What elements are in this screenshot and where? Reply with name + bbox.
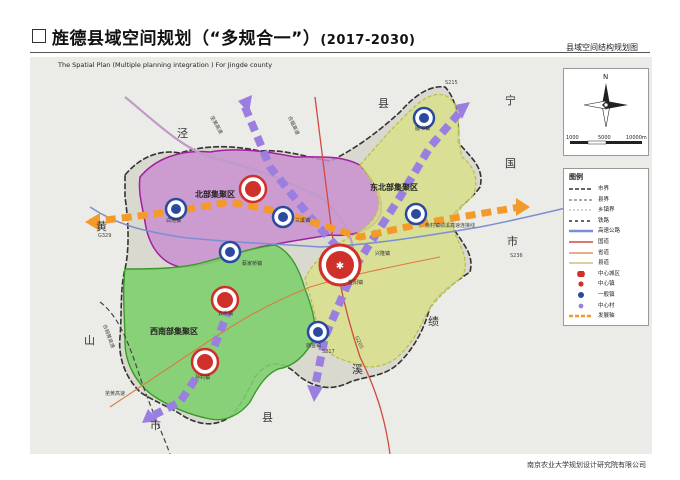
compass-scale-panel: N 1000 5000 10000m <box>563 68 649 156</box>
place-label-8: 云乐镇 <box>218 310 233 317</box>
township-boundary-icon <box>569 209 593 211</box>
title-main: 旌德县域空间规划（“多规合一”） <box>52 29 321 49</box>
road-label-7: S217 <box>322 349 335 355</box>
road-label-10: G329 <box>98 233 111 239</box>
legend-item-development-axis: 发展轴 <box>568 311 648 321</box>
central-town-marker-north <box>238 174 268 204</box>
legend-title: 图例 <box>569 173 583 181</box>
svg-text:✱: ✱ <box>336 261 344 272</box>
central-town-marker-south <box>190 347 220 377</box>
place-label-7: 蔡家桥镇 <box>242 260 262 267</box>
road-label-2: 芜黄高速 <box>105 390 125 397</box>
central-town-icon <box>577 281 585 288</box>
legend-item-label: 铁路 <box>598 217 610 224</box>
zone-label-north: 北部集聚区 <box>195 189 235 199</box>
place-label-10: 庙首镇 <box>306 342 321 349</box>
compass-rose-icon: N 1000 5000 10000m <box>566 73 647 145</box>
neighbor-label-7: 山 <box>84 334 95 347</box>
development-axis-icon <box>569 314 593 318</box>
legend-item-central-town: 中心镇 <box>568 279 648 289</box>
scale-bar <box>570 140 642 145</box>
national-road-icon <box>569 241 593 243</box>
legend-item-provincial-road: 省道 <box>568 248 648 258</box>
zone-label-southwest: 西南部集聚区 <box>150 326 198 336</box>
legend-item-label: 发展轴 <box>598 313 615 320</box>
road-label-9: S236 <box>510 253 523 259</box>
title-checkbox-icon <box>32 29 46 43</box>
legend-item-label: 市界 <box>598 186 610 192</box>
central-town-marker-west <box>210 285 240 315</box>
place-label-6: 俞村镇 <box>425 222 440 229</box>
place-label-3: 三溪镇 <box>295 217 310 224</box>
general-town-marker-5 <box>218 240 242 264</box>
legend-item-township-boundary: 乡镇界 <box>568 205 648 215</box>
credit: 南京农业大学规划设计研究院有限公司 <box>527 461 646 469</box>
legend-item-label: 中心镇 <box>598 281 615 288</box>
legend-item-label: 中心城区 <box>598 270 621 277</box>
county-road-icon <box>569 262 593 264</box>
legend-item-label: 县界 <box>598 196 610 203</box>
legend-item-label: 县道 <box>598 260 610 267</box>
general-town-marker-4 <box>404 202 428 226</box>
general-town-marker-2 <box>271 205 295 229</box>
expressway-icon <box>569 230 593 233</box>
scale-tick-3: 10000m <box>626 135 647 141</box>
title-years: (2017-2030) <box>320 33 416 48</box>
zone-label-northeast: 东北部集聚区 <box>370 182 418 192</box>
legend-item-general-town: 一般镇 <box>568 290 648 300</box>
road-label-4: 绩溪高速连接线 <box>440 222 475 229</box>
central-village-icon <box>578 303 584 308</box>
neighbor-label-3: 宁 <box>505 93 516 107</box>
place-label-1: 旌阳镇 <box>348 279 363 286</box>
general-town-icon <box>577 292 584 298</box>
header: 旌德县域空间规划（“多规合一”）(2017-2030) 县域空间结构规划图 <box>0 0 680 56</box>
legend-item-label: 高速公路 <box>598 228 621 235</box>
general-town-marker-3 <box>412 106 436 130</box>
neighbor-label-4: 国 <box>505 157 516 170</box>
provincial-road-icon <box>569 251 593 254</box>
legend-item-city-boundary: 市界 <box>568 184 648 194</box>
neighbor-label-1: 泾 <box>177 127 188 140</box>
place-label-4: 版书镇 <box>415 125 430 132</box>
legend-item-railway: 铁路 <box>568 216 648 226</box>
legend-item-county-boundary: 县界 <box>568 195 648 205</box>
legend-item-label: 乡镇界 <box>598 207 615 214</box>
legend-item-central-village: 中心村 <box>568 301 648 311</box>
legend-item-expressway: 高速公路 <box>568 226 648 236</box>
neighbor-label-10: 溪 <box>352 363 363 376</box>
central-urban-area-icon <box>577 270 585 277</box>
place-label-5: 白地镇 <box>166 217 181 224</box>
scale-tick-2: 5000 <box>598 135 611 141</box>
legend-item-label: 一般镇 <box>598 292 615 298</box>
legend-item-central-urban-area: 中心城区 <box>568 269 648 279</box>
place-label-2: 兴隆镇 <box>375 250 390 257</box>
legend-item-national-road: 国道 <box>568 237 648 247</box>
legend-item-county-road: 县道 <box>568 258 648 268</box>
central-urban-area-marker: ✱ <box>318 243 362 287</box>
neighbor-label-6: 黄 <box>96 219 107 233</box>
neighbor-label-5: 市 <box>507 234 518 248</box>
header-divider <box>30 52 650 53</box>
legend-item-label: 国道 <box>598 239 610 245</box>
scale-tick-1: 1000 <box>566 135 579 141</box>
county-boundary-icon <box>569 199 593 201</box>
neighbor-label-2: 县 <box>378 97 389 110</box>
north-label: N <box>603 73 608 81</box>
railway-icon <box>569 220 593 222</box>
place-label-9: 孙村镇 <box>195 374 210 381</box>
general-town-marker-1 <box>164 197 188 221</box>
neighbor-label-11: 县 <box>262 411 273 424</box>
map-canvas: ✱ 泾 县 宁 国 市 黄 山 市 绩 溪 县 北部集聚区 东北部集聚区 西南部… <box>30 57 652 454</box>
legend-item-label: 中心村 <box>598 302 615 309</box>
page-title: 旌德县域空间规划（“多规合一”）(2017-2030) <box>52 24 416 49</box>
english-subtitle: The Spatial Plan (Multiple planning inte… <box>58 61 273 69</box>
neighbor-label-8: 市 <box>150 418 161 432</box>
city-boundary-icon <box>569 188 593 190</box>
road-label-6: S215 <box>445 80 458 86</box>
map-legend: 图例 市界县界乡镇界铁路高速公路国道省道县道中心城区中心镇一般镇中心村发展轴 <box>563 168 649 326</box>
general-town-marker-6 <box>306 320 330 344</box>
legend-item-label: 省道 <box>598 249 610 256</box>
neighbor-label-9: 绩 <box>428 315 439 328</box>
